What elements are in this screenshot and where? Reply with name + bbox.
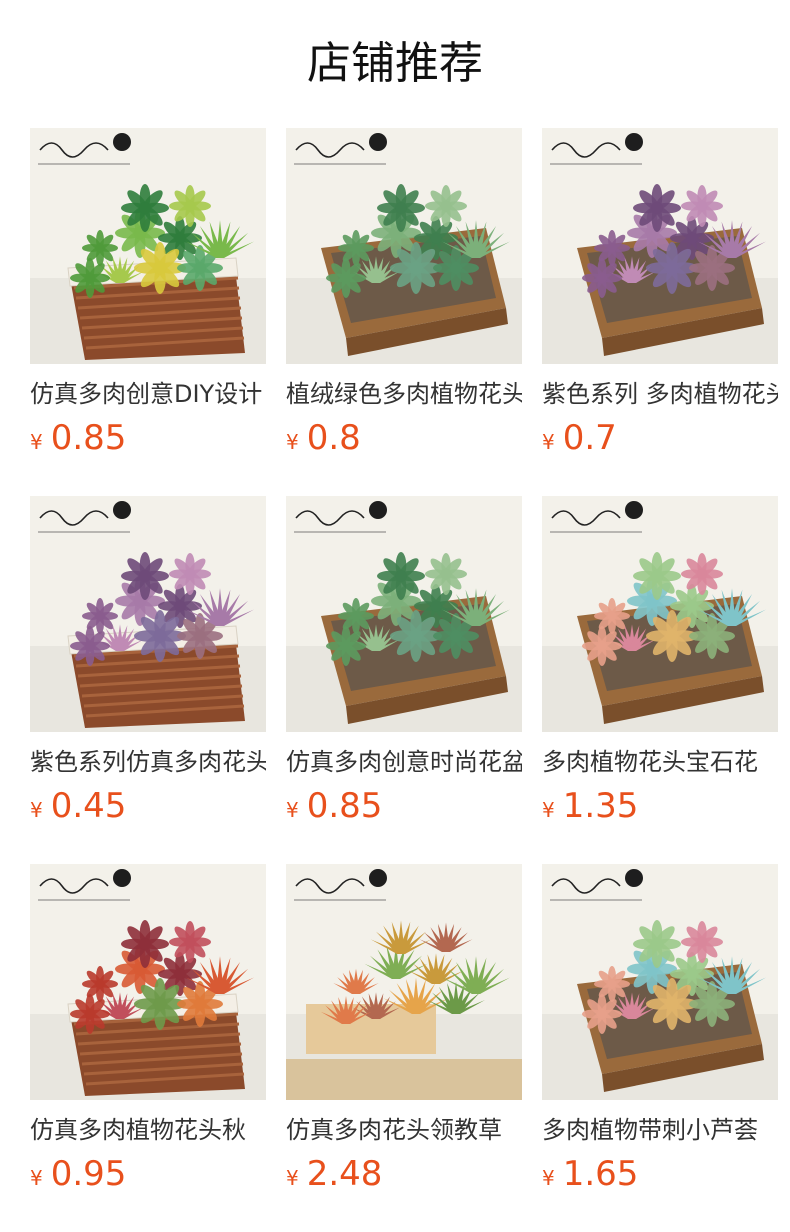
price-value: 2.48 xyxy=(306,1154,383,1194)
currency-symbol: ¥ xyxy=(286,1166,299,1190)
currency-symbol: ¥ xyxy=(286,798,299,822)
price-value: 0.85 xyxy=(50,418,127,458)
product-name[interactable]: 多肉植物花头宝石花 xyxy=(542,746,778,778)
currency-symbol: ¥ xyxy=(30,430,43,454)
product-price: ¥1.35 xyxy=(542,784,778,832)
product-price: ¥0.8 xyxy=(286,416,522,464)
product-price: ¥0.7 xyxy=(542,416,778,464)
price-value: 1.35 xyxy=(562,786,639,826)
product-card[interactable]: 紫色系列仿真多肉花头 ¥0.45 xyxy=(30,496,266,832)
product-image[interactable] xyxy=(542,128,778,364)
currency-symbol: ¥ xyxy=(30,798,43,822)
currency-symbol: ¥ xyxy=(542,430,555,454)
product-illustration xyxy=(30,496,266,732)
product-card[interactable]: 仿真多肉花头领教草 ¥2.48 xyxy=(286,864,522,1200)
product-card[interactable]: 仿真多肉创意DIY设计 ¥0.85 xyxy=(30,128,266,464)
product-card[interactable]: 多肉植物花头宝石花 ¥1.35 xyxy=(542,496,778,832)
currency-symbol: ¥ xyxy=(30,1166,43,1190)
product-name[interactable]: 仿真多肉花头领教草 xyxy=(286,1114,522,1146)
page-title: 店铺推荐 xyxy=(307,38,483,89)
product-illustration xyxy=(286,864,522,1100)
product-card[interactable]: 仿真多肉创意时尚花盆 ¥0.85 xyxy=(286,496,522,832)
product-image[interactable] xyxy=(286,496,522,732)
product-illustration xyxy=(542,128,778,364)
price-value: 0.85 xyxy=(306,786,383,826)
product-image[interactable] xyxy=(30,496,266,732)
product-price: ¥0.95 xyxy=(30,1152,266,1200)
price-value: 0.7 xyxy=(562,418,617,458)
product-name[interactable]: 仿真多肉创意时尚花盆 xyxy=(286,746,522,778)
price-value: 0.8 xyxy=(306,418,361,458)
product-name[interactable]: 多肉植物带刺小芦荟 xyxy=(542,1114,778,1146)
product-image[interactable] xyxy=(286,864,522,1100)
product-image[interactable] xyxy=(30,864,266,1100)
product-price: ¥1.65 xyxy=(542,1152,778,1200)
product-illustration xyxy=(30,864,266,1100)
product-illustration xyxy=(286,496,522,732)
currency-symbol: ¥ xyxy=(542,1166,555,1190)
product-name[interactable]: 植绒绿色多肉植物花头 xyxy=(286,378,522,410)
product-illustration xyxy=(542,864,778,1100)
product-name[interactable]: 仿真多肉创意DIY设计 xyxy=(30,378,266,410)
product-price: ¥2.48 xyxy=(286,1152,522,1200)
product-card[interactable]: 仿真多肉植物花头秋 ¥0.95 xyxy=(30,864,266,1200)
product-price: ¥0.85 xyxy=(286,784,522,832)
price-value: 0.45 xyxy=(50,786,127,826)
product-illustration xyxy=(542,496,778,732)
product-name[interactable]: 紫色系列 多肉植物花头 xyxy=(542,378,778,410)
product-grid: 仿真多肉创意DIY设计 ¥0.85 植绒绿色多肉植物花头 ¥0.8 紫色系列 多… xyxy=(30,128,780,1200)
product-price: ¥0.45 xyxy=(30,784,266,832)
currency-symbol: ¥ xyxy=(542,798,555,822)
currency-symbol: ¥ xyxy=(286,430,299,454)
price-value: 1.65 xyxy=(562,1154,639,1194)
product-price: ¥0.85 xyxy=(30,416,266,464)
product-image[interactable] xyxy=(30,128,266,364)
price-value: 0.95 xyxy=(50,1154,127,1194)
product-illustration xyxy=(286,128,522,364)
product-name[interactable]: 仿真多肉植物花头秋 xyxy=(30,1114,266,1146)
product-name[interactable]: 紫色系列仿真多肉花头 xyxy=(30,746,266,778)
product-image[interactable] xyxy=(542,496,778,732)
product-card[interactable]: 植绒绿色多肉植物花头 ¥0.8 xyxy=(286,128,522,464)
product-card[interactable]: 多肉植物带刺小芦荟 ¥1.65 xyxy=(542,864,778,1200)
product-card[interactable]: 紫色系列 多肉植物花头 ¥0.7 xyxy=(542,128,778,464)
product-image[interactable] xyxy=(542,864,778,1100)
product-image[interactable] xyxy=(286,128,522,364)
product-illustration xyxy=(30,128,266,364)
